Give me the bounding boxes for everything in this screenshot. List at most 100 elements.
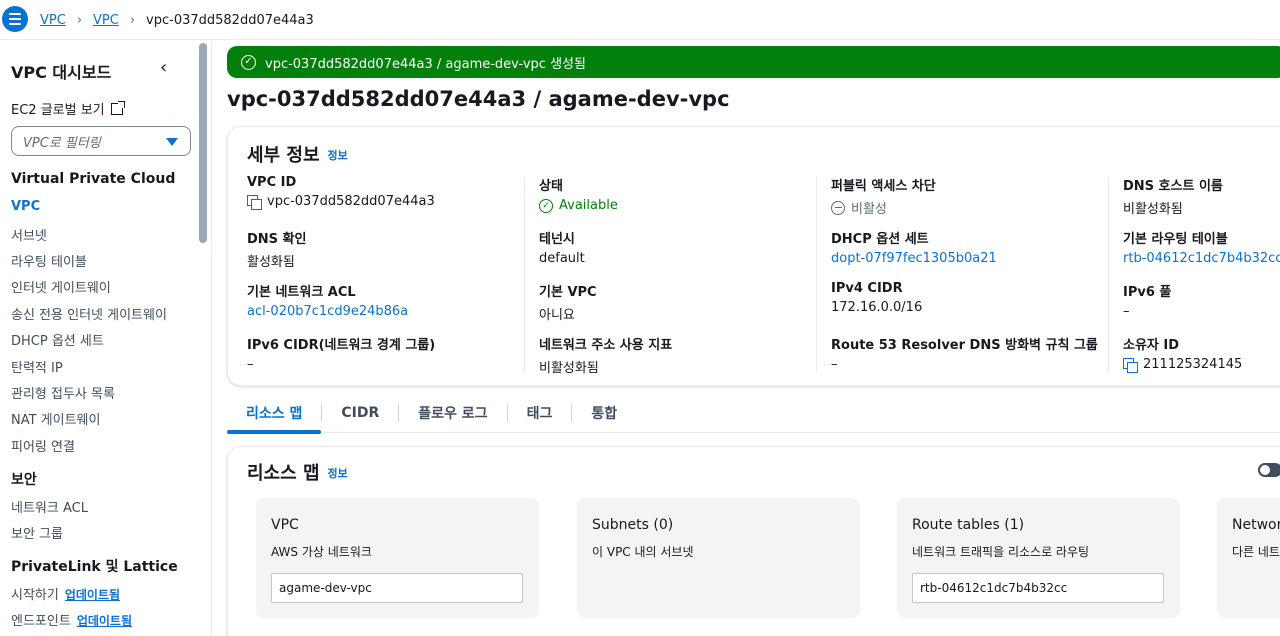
external-link-icon: [110, 100, 125, 115]
sidebar-section-privatelink: PrivateLink 및 Lattice: [11, 559, 178, 575]
page-title: vpc-037dd582dd07e44a3 / agame-dev-vpc: [227, 87, 730, 111]
vpc-filter-select[interactable]: VPC로 필터링: [11, 126, 191, 156]
details-card: 세부 정보 정보 VPC ID vpc-037dd582dd07e44a3 DNS…: [227, 126, 1280, 386]
resource-chip-vpc[interactable]: agame-dev-vpc: [271, 573, 523, 603]
field-default-vpc: 기본 VPC 아니요: [539, 281, 597, 323]
breadcrumb-current: vpc-037dd582dd07e44a3: [146, 12, 314, 28]
resource-box-network-connections: Networ 다른 네트: [1217, 498, 1280, 618]
main-content: ✓ vpc-037dd582dd07e44a3 / agame-dev-vpc …: [213, 41, 1280, 636]
field-value: 211125324145: [1123, 357, 1243, 373]
column-divider: [1108, 177, 1109, 373]
breadcrumb-link-vpc-root[interactable]: VPC: [40, 13, 66, 28]
details-title: 세부 정보 정보: [247, 141, 348, 167]
updated-badge: 업데이트됨: [76, 614, 133, 628]
copy-icon[interactable]: [247, 194, 262, 210]
resource-box-subnets: Subnets (0) 이 VPC 내의 서브넷: [577, 498, 860, 618]
default-acl-link[interactable]: acl-020b7c1cd9e24b86a: [247, 304, 408, 319]
sidebar-item-route-tables[interactable]: 라우팅 테이블: [11, 251, 87, 270]
field-label: 기본 라우팅 테이블: [1123, 232, 1228, 247]
show-details-toggle[interactable]: [1258, 463, 1280, 477]
field-resolver-firewall: Route 53 Resolver DNS 방화벽 규칙 그룹 –: [831, 334, 1098, 372]
column-divider: [816, 177, 817, 373]
tab-tags[interactable]: 태그: [508, 393, 572, 433]
resource-map-title-text: 리소스 맵: [247, 463, 320, 484]
resource-map-card: 리소스 맵 정보 VPC AWS 가상 네트워크 agame-dev-vpc Su…: [227, 446, 1280, 636]
sidebar-item-endpoints[interactable]: 엔드포인트 업데이트됨: [11, 610, 132, 629]
resource-map-info-link[interactable]: 정보: [328, 467, 348, 480]
field-label: 네트워크 주소 사용 지표: [539, 338, 673, 353]
main-route-table-link[interactable]: rtb-04612c1dc7b4b32cc: [1123, 251, 1280, 266]
sidebar-item-internet-gateways[interactable]: 인터넷 게이트웨이: [11, 277, 111, 296]
resource-chip-route-table[interactable]: rtb-04612c1dc7b4b32cc: [912, 573, 1164, 603]
details-title-text: 세부 정보: [247, 145, 320, 166]
field-value: –: [1123, 304, 1130, 319]
breadcrumb-link-vpc[interactable]: VPC: [93, 13, 119, 28]
success-flash: ✓ vpc-037dd582dd07e44a3 / agame-dev-vpc …: [227, 46, 1280, 78]
field-label: Route 53 Resolver DNS 방화벽 규칙 그룹: [831, 338, 1098, 353]
field-owner-id: 소유자 ID 211125324145: [1123, 334, 1243, 373]
resource-box-desc: 이 VPC 내의 서브넷: [592, 545, 694, 559]
details-info-link[interactable]: 정보: [328, 149, 348, 162]
sidebar-item-label: 시작하기: [11, 588, 59, 603]
sidebar-ec2-label: EC2 글로벌 보기: [11, 103, 105, 118]
field-value: 172.16.0.0/16: [831, 300, 923, 315]
tab-flow-logs[interactable]: 플로우 로그: [399, 393, 506, 433]
sidebar-item-prefix-lists[interactable]: 관리형 접두사 목록: [11, 383, 115, 402]
sidebar-item-security-groups[interactable]: 보안 그룹: [11, 523, 63, 542]
copy-icon[interactable]: [1123, 357, 1138, 373]
field-label: 기본 네트워크 ACL: [247, 285, 356, 300]
dhcp-options-link[interactable]: dopt-07f97fec1305b0a21: [831, 251, 997, 266]
sidebar-item-nat-gateways[interactable]: NAT 게이트웨이: [11, 409, 100, 428]
chevron-left-icon[interactable]: ‹: [160, 57, 167, 78]
sidebar-item-peering[interactable]: 피어링 연결: [11, 436, 75, 455]
field-vpc-id: VPC ID vpc-037dd582dd07e44a3: [247, 175, 435, 210]
field-value: vpc-037dd582dd07e44a3: [247, 194, 435, 210]
sidebar-ec2-global-view[interactable]: EC2 글로벌 보기: [11, 99, 125, 118]
sidebar-section-vpc: Virtual Private Cloud: [11, 171, 176, 187]
tab-integrations[interactable]: 통합: [572, 393, 636, 433]
vpc-id-value: vpc-037dd582dd07e44a3: [267, 194, 435, 209]
sidebar-item-vpc[interactable]: VPC: [11, 199, 40, 214]
field-value: –: [831, 357, 838, 372]
sidebar-title: VPC 대시보드: [11, 63, 112, 82]
owner-id-value: 211125324145: [1143, 357, 1243, 372]
sidebar-scrollbar[interactable]: [199, 43, 207, 243]
disabled-icon: [831, 200, 845, 215]
caret-down-icon: [166, 138, 178, 146]
field-label: DNS 호스트 이름: [1123, 179, 1223, 194]
field-value: default: [539, 251, 585, 266]
field-dhcp-options: DHCP 옵션 세트 dopt-07f97fec1305b0a21: [831, 228, 997, 266]
field-label: IPv6 풀: [1123, 285, 1172, 300]
sidebar: VPC 대시보드 ‹ EC2 글로벌 보기 VPC로 필터링 Virtual P…: [0, 41, 212, 636]
field-tenancy: 테넌시 default: [539, 228, 585, 266]
sidebar-section-security: 보안: [11, 472, 37, 488]
field-label: 소유자 ID: [1123, 338, 1180, 353]
resource-box-route-tables: Route tables (1) 네트워크 트래픽을 리소스로 라우팅 rtb-…: [897, 498, 1180, 618]
resource-box-title: Route tables (1): [912, 517, 1025, 533]
detail-tabs: 리소스 맵 CIDR 플로우 로그 태그 통합: [227, 393, 1280, 434]
field-label: DNS 확인: [247, 232, 307, 247]
tab-resource-map[interactable]: 리소스 맵: [227, 393, 322, 434]
chevron-right-icon: ›: [76, 12, 83, 28]
field-default-acl: 기본 네트워크 ACL acl-020b7c1cd9e24b86a: [247, 281, 408, 319]
vpc-filter-placeholder: VPC로 필터링: [23, 135, 101, 151]
field-label: IPv4 CIDR: [831, 281, 903, 296]
tab-cidr[interactable]: CIDR: [322, 393, 398, 433]
resource-box-desc: 다른 네트: [1232, 545, 1280, 559]
field-label: DHCP 옵션 세트: [831, 232, 929, 247]
field-dns-hostnames: DNS 호스트 이름 비활성화됨: [1123, 175, 1223, 217]
sidebar-item-subnets[interactable]: 서브넷: [11, 225, 47, 244]
sidebar-item-dhcp-options[interactable]: DHCP 옵션 세트: [11, 330, 104, 349]
sidebar-item-get-started[interactable]: 시작하기 업데이트됨: [11, 584, 120, 603]
sidebar-item-egress-only-gateways[interactable]: 송신 전용 인터넷 게이트웨이: [11, 304, 167, 323]
sidebar-item-elastic-ip[interactable]: 탄력적 IP: [11, 357, 63, 376]
top-bar: VPC › VPC › vpc-037dd582dd07e44a3: [0, 0, 1280, 40]
field-value: ✓ Available: [539, 198, 618, 213]
sidebar-item-network-acl[interactable]: 네트워크 ACL: [11, 497, 88, 516]
field-label: 퍼블릭 액세스 차단: [831, 179, 936, 194]
menu-icon[interactable]: [2, 6, 28, 32]
resource-box-desc: AWS 가상 네트워크: [271, 545, 372, 559]
chevron-right-icon: ›: [129, 12, 136, 28]
field-ipv6-pool: IPv6 풀 –: [1123, 281, 1171, 319]
field-value: 비활성화됨: [539, 361, 599, 376]
